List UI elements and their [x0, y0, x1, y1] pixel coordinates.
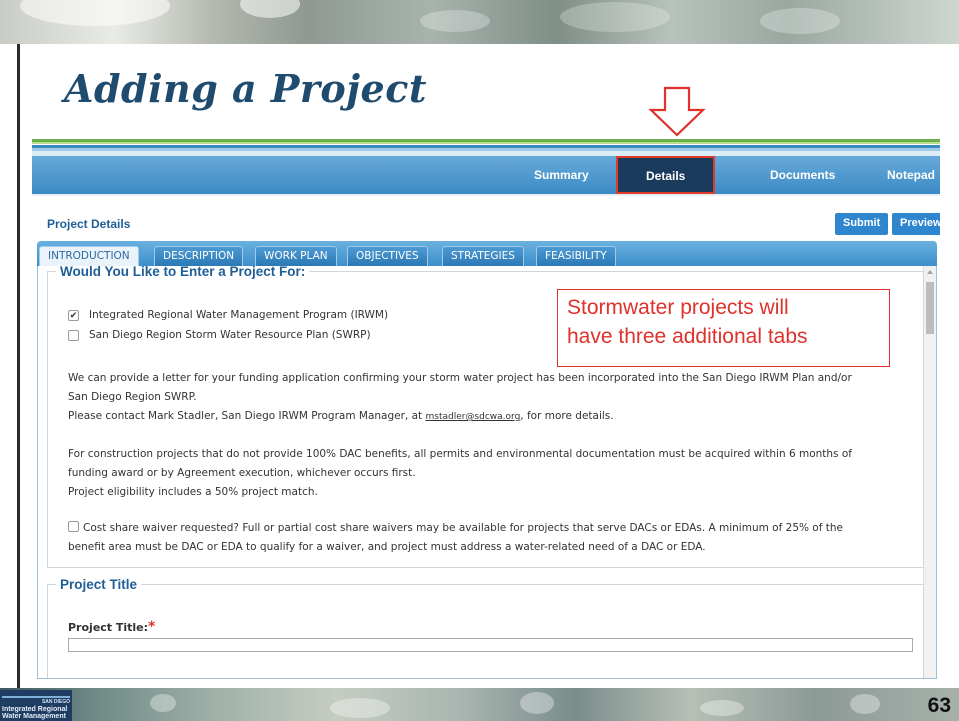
project-title-fieldset: Project Title Project Title:*: [47, 577, 924, 678]
nav-summary[interactable]: Summary: [534, 168, 589, 182]
waiver-line-2: benefit area must be DAC or EDA to quali…: [68, 541, 706, 553]
bottom-water-banner: [0, 688, 959, 721]
scroll-thumb[interactable]: [926, 282, 934, 334]
tab-introduction[interactable]: INTRODUCTION: [39, 246, 139, 266]
letter-paragraph: We can provide a letter for your funding…: [68, 369, 918, 427]
top-nav: Summary Details Documents Notepad: [32, 156, 940, 194]
swrp-checkbox[interactable]: [68, 329, 79, 341]
project-details-header: Project Details Submit Preview: [32, 196, 940, 241]
scrollbar[interactable]: [923, 266, 936, 678]
project-title-legend: Project Title: [60, 577, 138, 592]
left-rule: [17, 44, 20, 688]
scroll-up-icon[interactable]: [927, 270, 933, 274]
option-swrp[interactable]: San Diego Region Storm Water Resource Pl…: [68, 329, 371, 341]
project-title-input[interactable]: [68, 638, 913, 652]
header-stripes: [32, 139, 940, 156]
letter-line-3: Please contact Mark Stadler, San Diego I…: [68, 407, 918, 427]
project-title-label-text: Project Title:: [68, 621, 149, 634]
irwm-checkbox[interactable]: ✔: [68, 309, 79, 321]
irwm-label: Integrated Regional Water Management Pro…: [89, 309, 389, 321]
stormwater-callout: Stormwater projects will have three addi…: [557, 289, 890, 367]
contact-text: Please contact Mark Stadler, San Diego I…: [68, 410, 423, 422]
top-water-banner: [0, 0, 959, 44]
logo-wave-icon: [2, 693, 70, 698]
callout-line-2: have three additional tabs: [567, 325, 808, 348]
email-link[interactable]: mstadler@sdcwa.org: [425, 412, 520, 422]
waiver-paragraph: Cost share waiver requested? Full or par…: [68, 519, 918, 557]
waiver-line-1-row: Cost share waiver requested? Full or par…: [68, 519, 918, 538]
preview-button[interactable]: Preview: [892, 213, 940, 235]
nav-documents[interactable]: Documents: [770, 168, 835, 182]
waiver-line-1: Cost share waiver requested? Full or par…: [83, 522, 843, 534]
construction-paragraph: For construction projects that do not pr…: [68, 445, 918, 502]
tab-description[interactable]: DESCRIPTION: [154, 246, 244, 266]
swrp-label: San Diego Region Storm Water Resource Pl…: [89, 329, 371, 341]
slide-title: Adding a Project: [64, 66, 427, 111]
tab-feasibility[interactable]: FEASIBILITY: [536, 246, 616, 266]
option-irwm[interactable]: ✔ Integrated Regional Water Management P…: [68, 309, 388, 321]
down-arrow-icon: [648, 86, 706, 137]
tab-work-plan[interactable]: WORK PLAN: [255, 246, 337, 266]
tab-objectives[interactable]: OBJECTIVES: [347, 246, 428, 266]
construction-line-3: Project eligibility includes a 50% proje…: [68, 486, 318, 498]
project-type-legend: Would You Like to Enter a Project For:: [60, 266, 306, 279]
construction-line-2: funding award or by Agreement execution,…: [68, 467, 416, 479]
construction-line-1: For construction projects that do not pr…: [68, 448, 852, 460]
page-title: Project Details: [47, 217, 131, 231]
letter-line-1: We can provide a letter for your funding…: [68, 372, 852, 384]
waiver-checkbox[interactable]: [68, 521, 79, 532]
project-title-label: Project Title:*: [68, 619, 155, 635]
callout-line-1: Stormwater projects will: [567, 296, 789, 319]
tab-strategies[interactable]: STRATEGIES: [442, 246, 524, 266]
letter-line-2: San Diego Region SWRP.: [68, 391, 197, 403]
tab-bar: INTRODUCTION DESCRIPTION WORK PLAN OBJEC…: [37, 241, 937, 266]
logo-line-2: Integrated Regional: [2, 706, 68, 713]
logo-line-1: SAN DIEGO: [41, 699, 70, 705]
logo-line-3: Water Management: [2, 713, 66, 720]
nav-details[interactable]: Details: [616, 156, 716, 194]
required-mark: *: [148, 619, 156, 635]
submit-button[interactable]: Submit: [835, 213, 889, 235]
contact-text-end: , for more details.: [520, 410, 614, 422]
app-screenshot: Summary Details Documents Notepad Projec…: [32, 139, 940, 688]
slide: Adding a Project Summary Details Documen…: [0, 0, 959, 721]
nav-notepad[interactable]: Notepad: [887, 168, 935, 182]
page-number: 63: [927, 694, 951, 717]
sdirwm-logo: SAN DIEGO Integrated Regional Water Mana…: [0, 690, 72, 721]
